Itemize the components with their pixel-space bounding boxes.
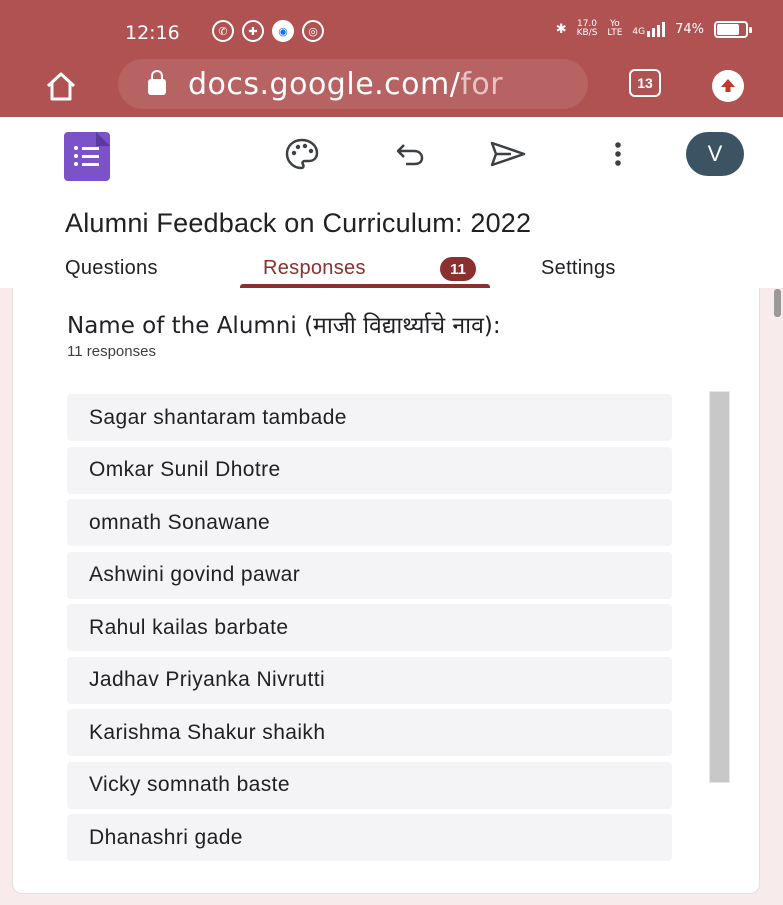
notification-icons: ✆ ✚ ◉ ◎	[212, 20, 324, 42]
network-speed: 17.0 KB/S	[576, 19, 598, 38]
chrome-icon: ◎	[302, 20, 324, 42]
forms-list-icon	[74, 146, 100, 170]
palette-icon	[285, 138, 319, 170]
camera-app-icon: ◉	[272, 20, 294, 42]
response-item: Ashwini govind pawar	[67, 551, 672, 599]
volte-indicator: Yo LTE	[607, 19, 623, 38]
signal-icon: 4G	[632, 21, 666, 37]
response-item: omnath Sonawane	[67, 499, 672, 546]
page-scrollbar[interactable]	[774, 289, 781, 317]
customize-theme-button[interactable]	[282, 136, 322, 172]
response-item: Omkar Sunil Dhotre	[67, 446, 672, 494]
battery-percent: 74%	[675, 21, 704, 37]
lock-icon	[148, 70, 166, 95]
bluetooth-icon: ✱	[555, 21, 567, 37]
home-icon	[46, 72, 76, 101]
question-title: Name of the Alumni (माजी विद्यार्थ्याचे …	[67, 313, 501, 339]
send-icon	[490, 141, 526, 167]
google-forms-logo[interactable]	[64, 132, 110, 181]
form-tabs: Questions Responses 11 Settings	[0, 252, 783, 288]
address-bar[interactable]: docs.google.com/for	[118, 59, 588, 109]
response-list[interactable]: Sagar shantaram tambade Omkar Sunil Dhot…	[67, 394, 672, 867]
form-title: Alumni Feedback on Curriculum: 2022	[65, 208, 532, 238]
response-list-scrollbar[interactable]	[709, 391, 730, 783]
status-time: 12:16	[125, 22, 180, 44]
response-item: Rahul kailas barbate	[67, 604, 672, 651]
send-button[interactable]	[488, 136, 528, 172]
tab-responses[interactable]: Responses	[263, 257, 366, 280]
undo-button[interactable]	[390, 136, 430, 172]
update-button[interactable]	[712, 70, 744, 102]
response-count: 11 responses	[67, 343, 156, 360]
response-item: Karishma Shakur shaikh	[67, 709, 672, 756]
app-icon: ✚	[242, 20, 264, 42]
system-icons: ✱ 17.0 KB/S Yo LTE 4G 74%	[555, 19, 752, 38]
response-item: Dhanashri gade	[67, 814, 672, 861]
status-bar: 12:16 ✆ ✚ ◉ ◎ ✱ 17.0 KB/S Yo LTE 4G 74%	[0, 0, 783, 44]
url-text: docs.google.com/for	[188, 66, 504, 102]
more-vertical-icon	[615, 142, 621, 166]
home-button[interactable]	[44, 70, 78, 104]
tab-settings[interactable]: Settings	[541, 257, 616, 280]
response-item: Vicky somnath baste	[67, 761, 672, 809]
more-options-button[interactable]	[598, 136, 638, 172]
update-icon	[721, 79, 735, 92]
response-item: Jadhav Priyanka Nivrutti	[67, 656, 672, 704]
user-avatar[interactable]: V	[686, 132, 744, 176]
tab-switcher-button[interactable]: 13	[629, 69, 661, 97]
undo-icon	[396, 144, 424, 166]
responses-count-badge: 11	[440, 257, 476, 281]
battery-icon	[714, 20, 752, 38]
tab-questions[interactable]: Questions	[65, 257, 158, 280]
response-item: Sagar shantaram tambade	[67, 394, 672, 441]
whatsapp-icon: ✆	[212, 20, 234, 42]
